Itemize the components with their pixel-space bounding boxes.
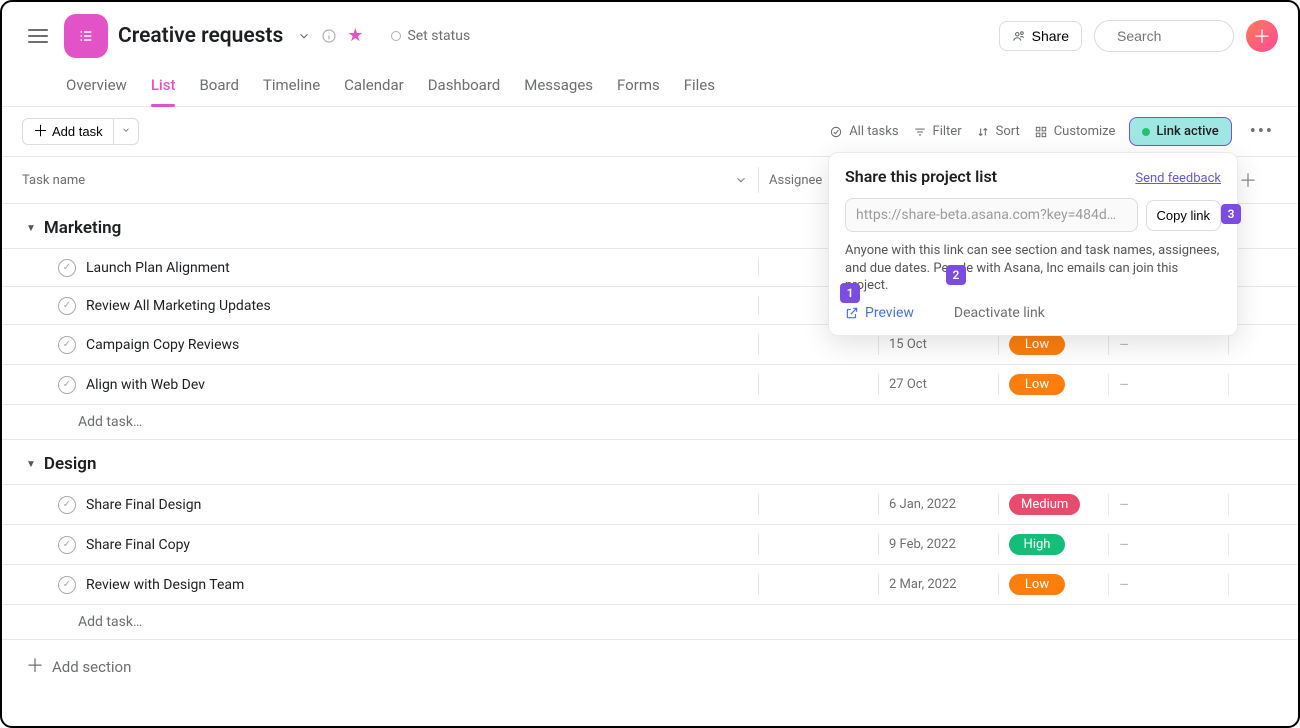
priority-pill: Low (1009, 374, 1065, 395)
priority-cell[interactable]: Low (998, 574, 1108, 595)
task-row[interactable]: ✓ Share Final Design 6 Jan, 2022 Medium … (2, 484, 1298, 524)
deactivate-link[interactable]: Deactivate link (954, 305, 1045, 321)
priority-pill: Low (1009, 334, 1065, 355)
collapse-icon: ▼ (26, 223, 36, 234)
complete-toggle-icon[interactable]: ✓ (58, 297, 76, 315)
status-cell[interactable]: – (1119, 575, 1130, 594)
add-section-label: Add section (52, 658, 131, 676)
task-name-label: Review All Marketing Updates (86, 298, 271, 314)
task-row[interactable]: ✓ Share Final Copy 9 Feb, 2022 High – (2, 524, 1298, 564)
tab-list[interactable]: List (151, 68, 176, 106)
due-cell[interactable]: 9 Feb, 2022 (889, 537, 956, 552)
status-cell[interactable]: – (1119, 375, 1130, 394)
task-name-label: Share Final Design (86, 497, 201, 513)
task-name-label: Review with Design Team (86, 577, 244, 593)
status-cell[interactable]: – (1119, 535, 1130, 554)
collapse-icon: ▼ (26, 459, 36, 470)
project-title[interactable]: Creative requests (118, 24, 283, 48)
due-cell[interactable]: 6 Jan, 2022 (889, 497, 956, 512)
tab-messages[interactable]: Messages (524, 68, 593, 106)
priority-pill: Medium (1009, 494, 1080, 515)
priority-pill: High (1009, 534, 1065, 555)
add-task-label: Add task (52, 124, 103, 139)
tab-timeline[interactable]: Timeline (263, 68, 320, 106)
task-row[interactable]: ✓ Align with Web Dev 27 Oct Low – (2, 364, 1298, 404)
complete-toggle-icon[interactable]: ✓ (58, 536, 76, 554)
section-design-header[interactable]: ▼ Design (2, 440, 1298, 484)
preview-link[interactable]: Preview (845, 305, 914, 321)
copy-link-button[interactable]: Copy link (1146, 200, 1221, 231)
complete-toggle-icon[interactable]: ✓ (58, 576, 76, 594)
share-link-popover: Share this project list Send feedback ht… (828, 152, 1238, 336)
project-tabs: Overview List Board Timeline Calendar Da… (2, 58, 1298, 107)
tab-calendar[interactable]: Calendar (344, 68, 404, 106)
priority-cell[interactable]: Medium (998, 494, 1108, 515)
priority-cell[interactable]: Low (998, 374, 1108, 395)
add-task-row[interactable]: Add task… (2, 604, 1298, 640)
section-name: Marketing (44, 218, 121, 238)
add-task-dropdown[interactable] (114, 118, 139, 145)
favorite-star-icon[interactable]: ★ (347, 27, 363, 45)
tab-forms[interactable]: Forms (617, 68, 660, 106)
tab-files[interactable]: Files (684, 68, 715, 106)
section-name: Design (44, 454, 97, 474)
all-tasks-filter[interactable]: All tasks (829, 124, 898, 139)
external-link-icon (845, 306, 859, 320)
col-assignee[interactable]: Assignee (769, 173, 822, 188)
search-input[interactable] (1094, 20, 1234, 52)
complete-toggle-icon[interactable]: ✓ (58, 259, 76, 277)
add-task-row[interactable]: Add task… (2, 404, 1298, 440)
task-name-label: Share Final Copy (86, 537, 190, 553)
due-cell[interactable]: 15 Oct (889, 337, 927, 352)
add-section-button[interactable]: ＋ Add section (2, 640, 155, 694)
popover-title: Share this project list (845, 167, 997, 186)
share-label: Share (1032, 28, 1069, 44)
customize-button[interactable]: Customize (1034, 124, 1116, 139)
filter-button[interactable]: Filter (913, 124, 962, 139)
add-task-inline-label: Add task… (22, 614, 758, 630)
complete-toggle-icon[interactable]: ✓ (58, 496, 76, 514)
callout-badge-3: 3 (1221, 204, 1241, 224)
task-row[interactable]: ✓ Review with Design Team 2 Mar, 2022 Lo… (2, 564, 1298, 604)
col-task-name[interactable]: Task name (22, 173, 85, 188)
link-active-button[interactable]: Link active (1129, 117, 1231, 146)
add-task-inline-label: Add task… (22, 414, 758, 430)
chevron-down-icon[interactable] (734, 173, 748, 187)
tab-board[interactable]: Board (199, 68, 238, 106)
project-menu-icon[interactable] (297, 29, 311, 43)
send-feedback-link[interactable]: Send feedback (1135, 171, 1221, 186)
priority-cell[interactable]: Low (998, 334, 1108, 355)
callout-badge-1: 1 (840, 283, 860, 303)
task-name-label: Campaign Copy Reviews (86, 337, 239, 353)
add-task-button[interactable]: ＋ Add task (22, 118, 114, 145)
task-name-label: Launch Plan Alignment (86, 260, 230, 276)
sort-button[interactable]: Sort (976, 124, 1020, 139)
popover-description: Anyone with this link can see section an… (845, 242, 1221, 295)
due-cell[interactable]: 27 Oct (889, 377, 927, 392)
menu-icon[interactable] (22, 23, 54, 49)
priority-pill: Low (1009, 574, 1065, 595)
status-cell[interactable]: – (1119, 335, 1130, 354)
status-cell[interactable]: – (1119, 495, 1130, 514)
link-active-indicator (1142, 128, 1150, 136)
set-status-label: Set status (407, 28, 470, 44)
tab-dashboard[interactable]: Dashboard (428, 68, 501, 106)
info-icon[interactable] (321, 28, 337, 44)
complete-toggle-icon[interactable]: ✓ (58, 336, 76, 354)
project-icon (64, 14, 108, 58)
task-name-label: Align with Web Dev (86, 377, 205, 393)
complete-toggle-icon[interactable]: ✓ (58, 376, 76, 394)
global-add-button[interactable]: ＋ (1246, 20, 1278, 52)
priority-cell[interactable]: High (998, 534, 1108, 555)
toolbar-more-icon[interactable]: ••• (1246, 117, 1278, 146)
preview-label: Preview (865, 305, 914, 321)
tab-overview[interactable]: Overview (66, 68, 127, 106)
share-button[interactable]: Share (999, 21, 1082, 51)
callout-badge-2: 2 (946, 265, 966, 285)
due-cell[interactable]: 2 Mar, 2022 (889, 577, 957, 592)
share-link-input[interactable]: https://share-beta.asana.com?key=484d… (845, 198, 1138, 232)
set-status-button[interactable]: Set status (391, 28, 470, 44)
